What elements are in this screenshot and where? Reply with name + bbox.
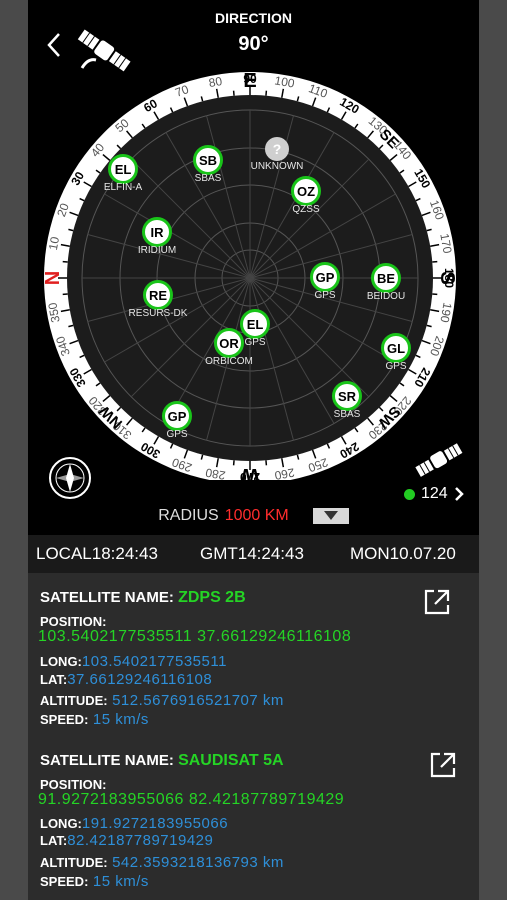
local-time: LOCAL18:24:43 — [36, 544, 158, 563]
satellite-marker-label: SBAS — [194, 173, 222, 184]
satellite-count[interactable]: 124 — [404, 485, 464, 503]
dropdown-arrow-icon — [323, 510, 338, 520]
satellite-icon — [415, 443, 463, 477]
speed-row: SPEED: 15 km/s — [40, 873, 149, 891]
satellite-marker[interactable]: OZ — [291, 176, 321, 206]
long-value: 103.5402177535511 — [81, 653, 227, 670]
long-row: LONG:103.5402177535511 — [40, 653, 227, 671]
satellite-marker-label: ELFIN-A — [103, 182, 143, 193]
lat-label: LAT: — [40, 672, 68, 687]
satellite-marker-label: QZSS — [292, 204, 320, 215]
long-label: LONG: — [40, 654, 82, 669]
lat-label: LAT: — [40, 833, 68, 848]
time-bar: LOCAL18:24:43 GMT14:24:43 MON10.07.20 — [28, 535, 479, 573]
satellite-marker-label: SBAS — [333, 409, 361, 420]
satellite-marker[interactable]: EL — [240, 309, 270, 339]
radius-label: RADIUS — [158, 507, 219, 524]
satellite-marker[interactable]: RE — [143, 280, 173, 310]
satellite-name-label: SATELLITE NAME: — [40, 589, 174, 606]
external-link-icon[interactable] — [428, 750, 458, 780]
radius-value: 1000 KM — [224, 507, 289, 524]
radius-dropdown-button[interactable] — [312, 507, 349, 524]
satellite-name-row: SATELLITE NAME: SAUDISAT 5A — [40, 752, 284, 770]
date: MON10.07.20 — [350, 544, 456, 563]
speed-label: SPEED: — [40, 874, 89, 889]
satellite-marker[interactable]: IR — [142, 217, 172, 247]
satellite-card: SATELLITE NAME: ZDPS 2B POSITION: 103.54… — [38, 587, 470, 737]
external-link-icon[interactable] — [422, 587, 452, 617]
satellite-marker-label: GPS — [244, 337, 266, 348]
satellite-marker[interactable]: GL — [381, 333, 411, 363]
satellite-marker-label: UNKNOWN — [250, 161, 304, 172]
satellite-count-value: 124 — [421, 485, 448, 502]
satellite-name: ZDPS 2B — [178, 589, 246, 606]
satellite-marker[interactable]: SB — [193, 145, 223, 175]
position-value: 91.9272183955066 82.42187789719429 — [38, 791, 345, 808]
altitude-label: ALTITUDE: — [40, 693, 108, 708]
satellite-layer: EL ELFIN-A SB SBAS? UNKNOWN OZ QZSS IR IRIDIUM GP… — [28, 0, 479, 535]
altitude-label: ALTITUDE: — [40, 855, 108, 870]
satellite-marker-label: IRIDIUM — [137, 245, 177, 256]
app-screen: DIRECTION 90° 70 80 90 100 110 120 130 140 150 16… — [28, 0, 479, 900]
satellite-marker-label: GPS — [314, 290, 336, 301]
position-label: POSITION: — [40, 777, 107, 792]
lat-value: 37.66129246116108 — [67, 671, 213, 688]
satellite-marker[interactable]: OR — [214, 328, 244, 358]
satellite-marker[interactable]: GP — [310, 262, 340, 292]
satellite-name-label: SATELLITE NAME: — [40, 752, 174, 769]
speed-value: 15 km/s — [92, 711, 149, 728]
altitude-value: 512.5676916521707 km — [112, 692, 284, 709]
compass-icon[interactable] — [48, 456, 92, 500]
long-label: LONG: — [40, 816, 82, 831]
satellite-marker-label: RESURS-DK — [128, 308, 188, 319]
lat-row: LAT:37.66129246116108 — [40, 671, 212, 689]
lat-row: LAT:82.42187789719429 — [40, 832, 213, 850]
speed-row: SPEED: 15 km/s — [40, 711, 149, 729]
satellite-marker-label: GPS — [166, 429, 188, 440]
satellite-marker-label: ORBICOM — [205, 356, 253, 367]
satellite-marker[interactable]: ? — [265, 137, 289, 161]
satellite-marker[interactable]: BE — [371, 263, 401, 293]
lat-value: 82.42187789719429 — [67, 832, 214, 849]
long-row: LONG:191.9272183955066 — [40, 815, 228, 833]
satellite-marker-label: GPS — [385, 361, 407, 372]
satellite-name-row: SATELLITE NAME: ZDPS 2B — [40, 589, 246, 607]
satellite-marker[interactable]: GP — [162, 401, 192, 431]
long-value: 191.9272183955066 — [81, 815, 229, 832]
position-value: 103.5402177535511 37.66129246116108 — [38, 628, 352, 645]
satellite-info-panel: SATELLITE NAME: ZDPS 2B POSITION: 103.54… — [28, 573, 479, 900]
radius-row: RADIUS 1000 KM — [28, 507, 479, 525]
altitude-row: ALTITUDE: 512.5676916521707 km — [40, 692, 284, 710]
satellite-card: SATELLITE NAME: SAUDISAT 5A POSITION: 91… — [38, 750, 470, 900]
satellite-marker-label: BEIDOU — [366, 291, 406, 302]
satellite-marker[interactable]: EL — [108, 154, 138, 184]
satellite-name: SAUDISAT 5A — [178, 752, 284, 769]
speed-label: SPEED: — [40, 712, 89, 727]
altitude-value: 542.3593218136793 km — [112, 854, 284, 871]
status-dot — [404, 488, 415, 500]
gmt-time: GMT14:24:43 — [200, 544, 304, 563]
altitude-row: ALTITUDE: 542.3593218136793 km — [40, 854, 284, 872]
position-label: POSITION: — [40, 614, 107, 629]
speed-value: 15 km/s — [92, 873, 149, 890]
satellite-marker[interactable]: SR — [332, 381, 362, 411]
chevron-right-icon — [454, 487, 464, 501]
